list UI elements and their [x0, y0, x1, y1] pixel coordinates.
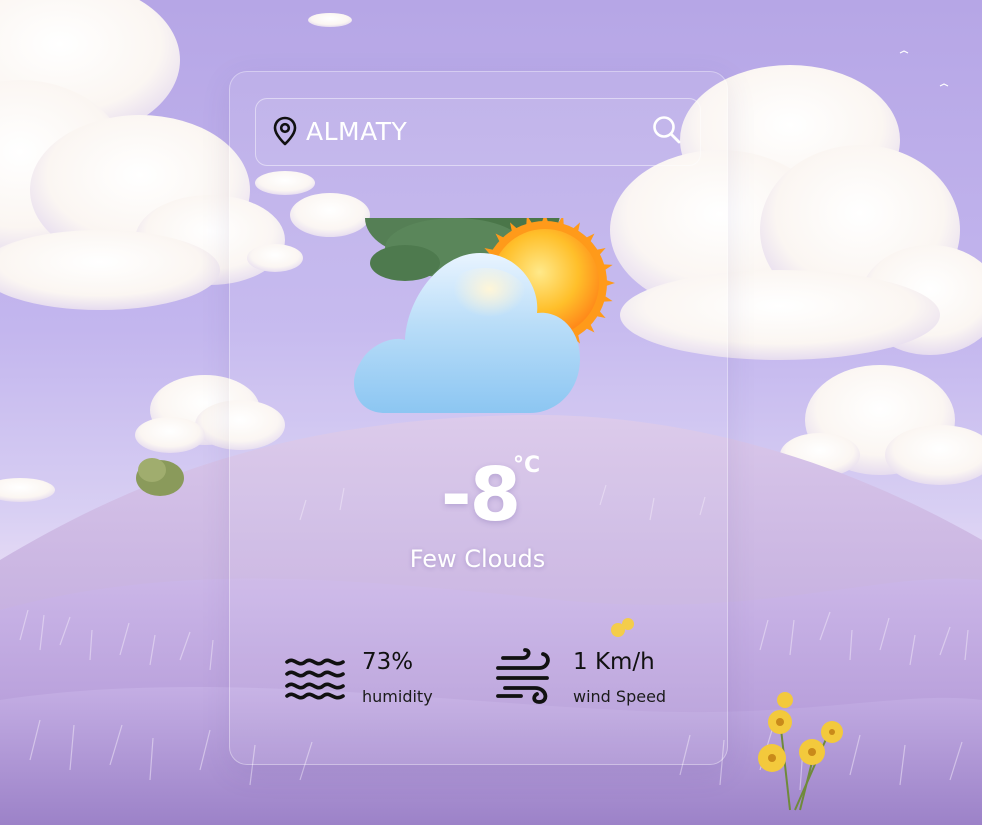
wind-icon [496, 648, 550, 704]
wind-speed-label: wind Speed [573, 687, 667, 706]
search-icon[interactable] [651, 114, 683, 146]
wind-speed-value: 1 Km/h [573, 649, 655, 675]
birds [899, 50, 949, 87]
humidity-label: humidity [362, 687, 433, 706]
partly-cloudy-icon [353, 218, 615, 413]
sun-ray [602, 278, 615, 288]
temperature-value: -8 [440, 452, 521, 538]
waves-icon [285, 658, 345, 700]
temperature-display: -8 °C [380, 450, 580, 540]
city-search-input[interactable] [306, 111, 636, 151]
bush [136, 458, 184, 496]
sun-ray [599, 264, 613, 272]
humidity-value: 73% [362, 649, 414, 675]
map-pin-icon [273, 116, 297, 146]
temperature-unit: °C [513, 453, 541, 478]
sun-ray [599, 294, 613, 302]
weather-condition: Few Clouds [409, 545, 546, 573]
weather-app-screen: -8 °C Few Clouds 73% humidity 1 Km/h win… [0, 0, 982, 825]
